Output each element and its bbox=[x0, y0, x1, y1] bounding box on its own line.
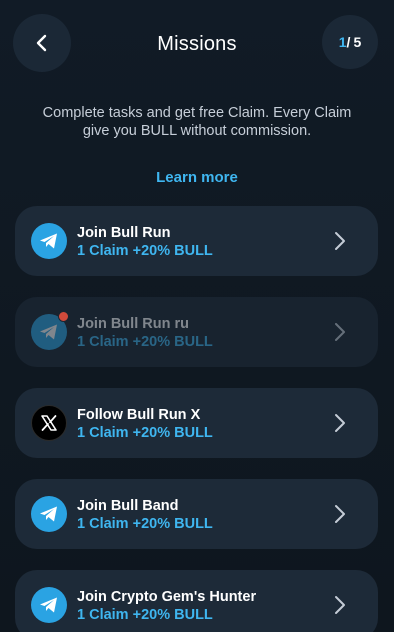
missions-screen: Missions 1/5 Complete tasks and get free… bbox=[0, 0, 394, 632]
telegram-icon bbox=[31, 587, 67, 623]
mission-text: Join Bull Band 1 Claim +20% BULL bbox=[77, 498, 213, 533]
mission-text: Join Bull Run ru 1 Claim +20% BULL bbox=[77, 316, 213, 351]
mission-title: Join Bull Run ru bbox=[77, 316, 189, 332]
header: Missions 1/5 bbox=[0, 0, 394, 90]
chevron-right-icon bbox=[335, 414, 345, 432]
telegram-icon bbox=[31, 223, 67, 259]
mission-card-join-bull-run[interactable]: Join Bull Run 1 Claim +20% BULL bbox=[15, 206, 378, 276]
counter-current: 1 bbox=[338, 34, 347, 50]
mission-reward: 1 Claim +20% BULL bbox=[77, 243, 213, 259]
mission-title: Join Crypto Gem's Hunter bbox=[77, 589, 257, 605]
mission-card-follow-bull-run-x[interactable]: Follow Bull Run X 1 Claim +20% BULL bbox=[15, 388, 378, 458]
mission-text: Follow Bull Run X 1 Claim +20% BULL bbox=[77, 407, 213, 442]
description-text: Complete tasks and get free Claim. Every… bbox=[42, 105, 352, 139]
mission-title: Join Bull Run bbox=[77, 225, 171, 241]
mission-title: Follow Bull Run X bbox=[77, 407, 201, 423]
mission-reward: 1 Claim +20% BULL bbox=[77, 425, 213, 441]
mission-text: Join Crypto Gem's Hunter 1 Claim +20% BU… bbox=[77, 589, 256, 624]
mission-card-join-crypto-gems-hunter[interactable]: Join Crypto Gem's Hunter 1 Claim +20% BU… bbox=[15, 570, 378, 632]
counter-separator: / bbox=[346, 34, 351, 50]
chevron-right-icon bbox=[335, 232, 345, 250]
mission-title: Join Bull Band bbox=[77, 498, 179, 514]
mission-card-join-bull-band[interactable]: Join Bull Band 1 Claim +20% BULL bbox=[15, 479, 378, 549]
mission-counter: 1/5 bbox=[322, 15, 378, 69]
blocked-badge-icon bbox=[58, 311, 69, 322]
counter-total: 5 bbox=[353, 34, 362, 50]
mission-reward: 1 Claim +20% BULL bbox=[77, 334, 213, 350]
mission-text: Join Bull Run 1 Claim +20% BULL bbox=[77, 225, 213, 260]
learn-more-link[interactable]: Learn more bbox=[0, 169, 394, 186]
mission-reward: 1 Claim +20% BULL bbox=[77, 607, 213, 623]
chevron-right-icon bbox=[335, 505, 345, 523]
mission-reward: 1 Claim +20% BULL bbox=[77, 516, 213, 532]
mission-card-join-bull-run-ru[interactable]: Join Bull Run ru 1 Claim +20% BULL bbox=[15, 297, 378, 367]
x-logo-icon bbox=[31, 405, 67, 441]
chevron-right-icon bbox=[335, 596, 345, 614]
telegram-icon bbox=[31, 496, 67, 532]
chevron-right-icon bbox=[335, 323, 345, 341]
